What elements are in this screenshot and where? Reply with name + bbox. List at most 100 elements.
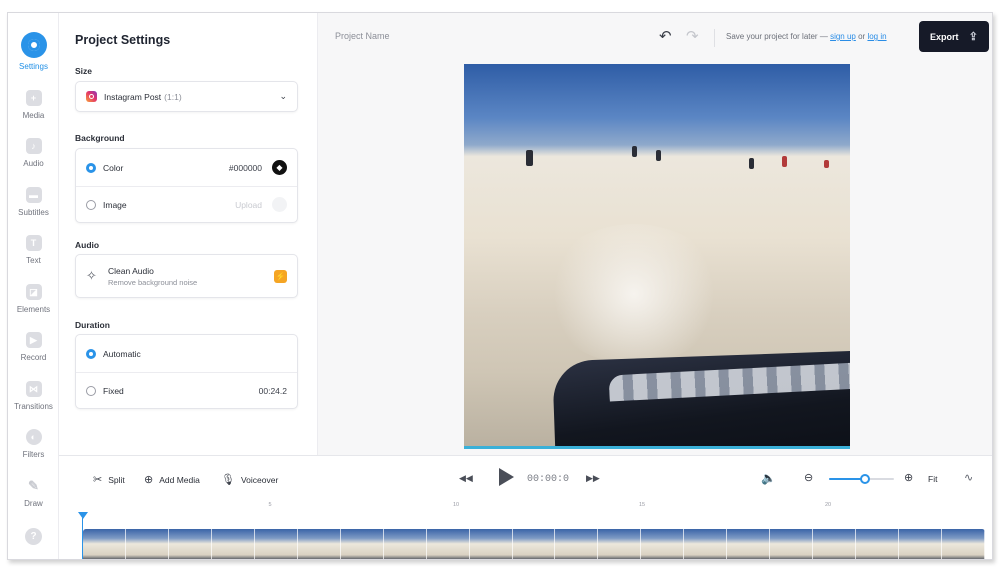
clip-frame: [168, 529, 212, 559]
duration-section-label: Duration: [75, 320, 110, 330]
timecode: 00:00:0: [527, 474, 570, 485]
background-color-option[interactable]: Color #000000 ◆: [76, 149, 297, 186]
duration-automatic-option[interactable]: Automatic: [76, 335, 297, 372]
instagram-icon: [86, 91, 97, 102]
clip-frame: [899, 529, 943, 559]
gear-icon: [20, 32, 47, 58]
background-card: Color #000000 ◆ Image Upload: [75, 148, 298, 223]
divider: [714, 29, 715, 47]
audio-section-label: Audio: [75, 240, 100, 250]
clip-frame: [340, 529, 384, 559]
scissors-icon: ✂: [93, 474, 103, 486]
playhead-line: [82, 518, 83, 559]
play-icon[interactable]: [499, 468, 514, 486]
rail-label: Filters: [22, 450, 45, 459]
clean-audio-title: Clean Audio: [108, 265, 154, 276]
export-button[interactable]: Export ⇪: [919, 21, 989, 52]
skier: [632, 146, 637, 157]
sign-up-link[interactable]: sign up: [830, 32, 856, 41]
waveform-icon[interactable]: ∿: [964, 471, 973, 484]
background-image-option[interactable]: Image Upload: [76, 186, 297, 223]
clip-frame: [211, 529, 255, 559]
image-radio[interactable]: [86, 199, 96, 210]
size-value: Instagram Post: [104, 91, 162, 102]
size-section-label: Size: [75, 66, 93, 76]
size-select[interactable]: Instagram Post (1:1) ⌄: [75, 81, 298, 112]
record-icon: ▶: [25, 332, 42, 348]
clip-frame: [383, 529, 427, 559]
clip-frame: [254, 529, 298, 559]
left-rail: Settings + Media ♪ Audio ▬ Subtitles T T…: [8, 13, 59, 559]
undo-icon[interactable]: ↶: [659, 27, 672, 45]
skier: [824, 160, 829, 168]
rail-item-subtitles[interactable]: ▬ Subtitles: [8, 183, 59, 229]
upload-icon[interactable]: [272, 197, 287, 212]
video-preview[interactable]: [464, 64, 850, 449]
split-button[interactable]: ✂ Split: [93, 473, 125, 486]
save-project-prompt: Save your project for later — sign up or…: [726, 32, 887, 41]
clip-frame: [512, 529, 556, 559]
rail-item-draw[interactable]: ✎ Draw: [8, 474, 59, 520]
add-media-button[interactable]: ⊕ Add Media: [144, 473, 200, 486]
skip-back-icon[interactable]: ◀◀: [459, 473, 473, 484]
rail-item-transitions[interactable]: ⋈ Transitions: [8, 377, 59, 423]
paint-bucket-icon[interactable]: ◆: [272, 160, 287, 175]
subtitles-icon: ▬: [25, 187, 42, 203]
rail-item-elements[interactable]: ◪ Elements: [8, 280, 59, 326]
rail-label: Elements: [16, 305, 51, 314]
timeline-ruler: 5 10 15 20: [83, 502, 985, 519]
rail-item-audio[interactable]: ♪ Audio: [8, 134, 59, 180]
image-label: Image: [103, 199, 127, 210]
rail-item-media[interactable]: + Media: [8, 86, 59, 132]
project-name[interactable]: Project Name: [335, 31, 390, 41]
zoom-out-icon[interactable]: ⊖: [804, 471, 813, 484]
rail-item-filters[interactable]: ◐ Filters: [8, 425, 59, 471]
panel-title: Project Settings: [75, 33, 171, 47]
filters-icon: ◐: [25, 429, 42, 445]
size-ratio: (1:1): [164, 91, 182, 102]
zoom-handle[interactable]: [860, 474, 870, 484]
rail-item-record[interactable]: ▶ Record: [8, 328, 59, 374]
rail-item-settings[interactable]: Settings: [8, 32, 59, 79]
text-icon: T: [25, 235, 42, 251]
ruler-tick: 5: [268, 502, 272, 508]
playhead[interactable]: [78, 512, 88, 519]
fixed-duration-value[interactable]: 00:24.2: [259, 386, 287, 396]
plus-circle-icon: ⊕: [144, 474, 154, 486]
help-icon[interactable]: ?: [25, 528, 42, 545]
zoom-in-icon[interactable]: ⊕: [904, 471, 913, 484]
clip-frame: [684, 529, 728, 559]
sparkle-icon: ✧: [86, 268, 97, 283]
fit-button[interactable]: Fit: [928, 474, 937, 484]
skier: [526, 150, 533, 166]
duration-fixed-option[interactable]: Fixed 00:24.2: [76, 372, 297, 409]
rail-label: Subtitles: [18, 208, 49, 217]
or-text: or: [858, 32, 866, 41]
zoom-slider[interactable]: [829, 474, 894, 484]
log-in-link[interactable]: log in: [867, 32, 886, 41]
rail-label: Transitions: [14, 402, 53, 411]
add-media-label: Add Media: [159, 474, 200, 485]
voiceover-button[interactable]: 🎙 Voiceover: [221, 473, 278, 486]
clip-frame: [469, 529, 513, 559]
top-bar: Project Name ↶ ↷ Save your project for l…: [318, 13, 992, 63]
clip-frame: [426, 529, 470, 559]
rail-item-text[interactable]: T Text: [8, 231, 59, 277]
video-clip-track[interactable]: [83, 529, 985, 559]
canvas-area: [318, 63, 992, 455]
microphone-icon: 🎙: [221, 474, 235, 486]
clip-frame: [125, 529, 169, 559]
plus-icon: +: [25, 90, 42, 106]
rail-label: Audio: [23, 159, 44, 168]
clean-audio-card[interactable]: ✧ Clean Audio Remove background noise ⚡: [75, 254, 298, 298]
elements-icon: ◪: [25, 284, 42, 300]
fixed-radio[interactable]: [86, 385, 96, 396]
volume-icon[interactable]: 🔈: [761, 471, 776, 485]
clean-audio-subtitle: Remove background noise: [108, 277, 198, 287]
color-value: #000000: [228, 162, 262, 173]
automatic-radio[interactable]: [86, 348, 96, 359]
skip-forward-icon[interactable]: ▶▶: [586, 473, 600, 484]
color-radio[interactable]: [86, 162, 96, 173]
ruler-tick: 10: [452, 502, 460, 508]
redo-icon[interactable]: ↷: [686, 27, 699, 45]
